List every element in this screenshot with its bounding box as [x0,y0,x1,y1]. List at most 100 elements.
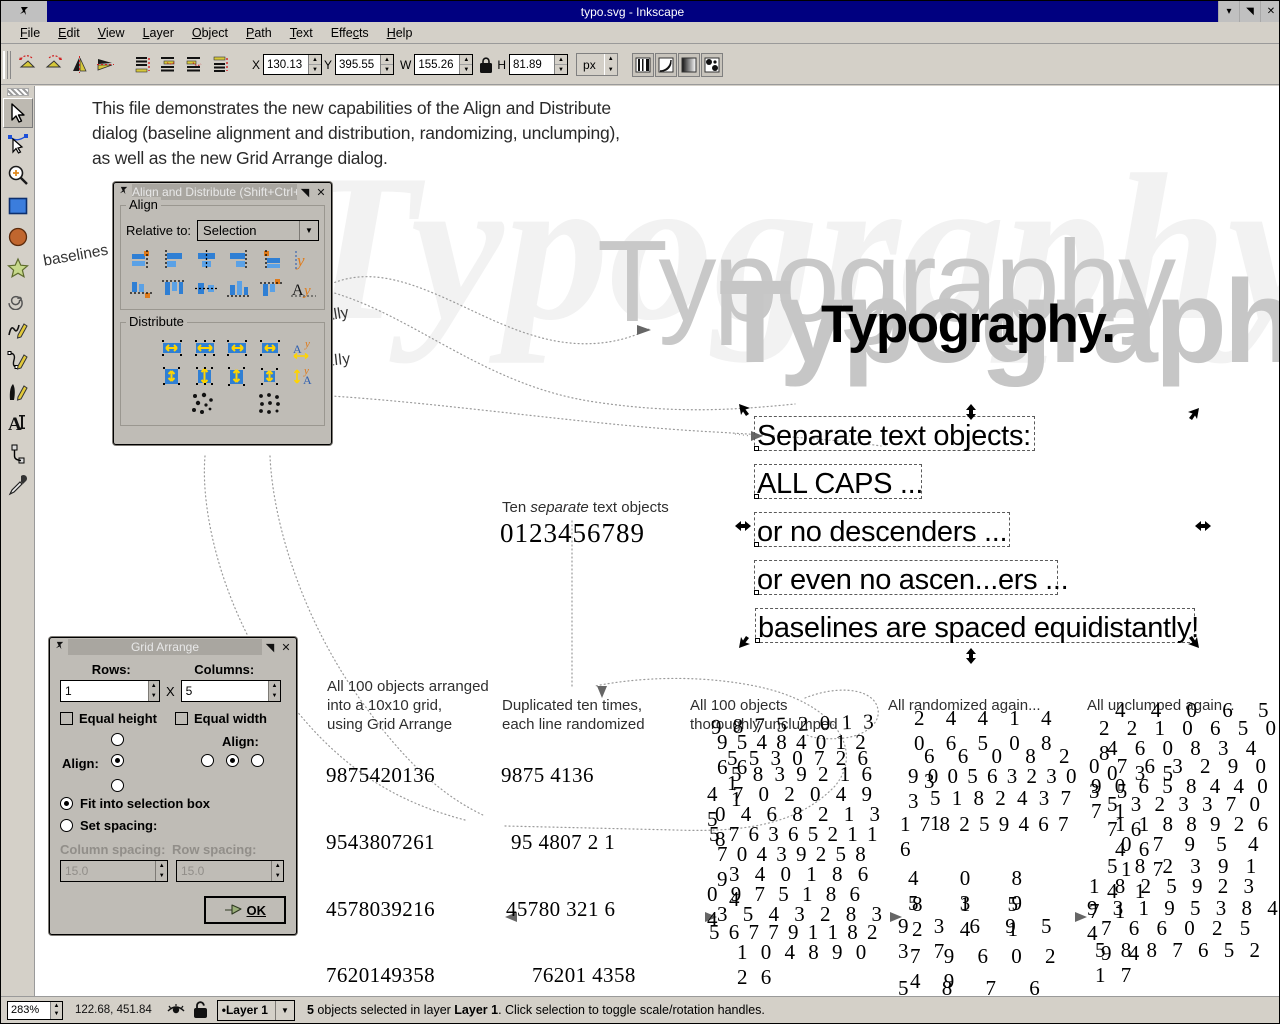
chevron-down-icon[interactable]: ▼ [299,221,318,240]
raise-to-top-icon[interactable] [132,53,154,77]
shade-icon[interactable]: ◥ [297,186,313,199]
pin-icon[interactable] [52,641,68,654]
menu-edit[interactable]: Edit [49,24,89,42]
distribute-bottom-edges-button[interactable] [223,363,254,389]
distribute-equal-gaps-horizontally-button[interactable] [255,335,286,361]
align-text-anchors-vertically-button[interactable]: y [289,247,320,273]
align-bottom-edge-to-top-anchor-button[interactable] [126,275,157,301]
text-anchor-node-5[interactable] [755,638,760,643]
stroke-width-icon[interactable] [631,52,654,77]
column-grid-arranged[interactable]: 9875420136 9543807261 4578039216 7620149… [326,720,435,996]
menu-object[interactable]: Object [183,24,237,42]
grid-arrange-dialog[interactable]: Grid Arrange ◥ ✕ Rows: Columns: ▲▼ X [49,637,297,935]
bezier-tool[interactable] [3,346,33,376]
column-unclumped[interactable]: 9 8 7 5 2 0 1 3 9 5 4 8 4 0 1 2 6 6 5 5 … [707,694,887,996]
flip-vertical-icon[interactable] [94,53,116,77]
x-spin-arrows[interactable]: ▲ ▼ [308,55,322,74]
column-line-randomized[interactable]: 9875 4136 95 4807 2 1 45780 321 6 76201 … [497,720,645,996]
w-spin-arrows[interactable]: ▲ ▼ [459,55,473,74]
h-input[interactable] [510,55,555,74]
lock-icon[interactable] [479,56,493,73]
lower-icon[interactable] [184,53,206,77]
dropper-tool[interactable] [3,470,33,500]
align-left-edge-to-right-anchor-button[interactable] [256,247,287,273]
distribute-text-baselines-vertically-button[interactable]: yA [288,363,319,389]
columns-input[interactable] [181,681,269,701]
zoom-tool[interactable] [3,160,33,190]
x-input[interactable] [264,55,309,74]
drawing-canvas[interactable]: Typography Typography Typography Typogra… [35,86,1279,996]
column-spacing-input[interactable] [61,861,156,881]
row-spacing-arrows[interactable]: ▲ ▼ [271,861,283,881]
text-tool[interactable]: A [3,408,33,438]
align-bottom-edges-button[interactable] [224,275,255,301]
x-spinner[interactable]: ▲▼ [263,54,323,75]
row-align-top-radio[interactable] [111,733,124,746]
h-spinner[interactable]: ▲▼ [509,54,569,75]
text-anchor-node-1[interactable] [754,446,759,451]
set-spacing-radio[interactable] [60,819,73,832]
align-top-edge-to-bottom-anchor-button[interactable] [256,275,287,301]
text-object-separate[interactable]: Separate text objects: [757,420,1031,453]
lower-to-bottom-icon[interactable] [210,53,232,77]
selector-tool[interactable] [2,98,33,128]
distribute-text-anchors-horizontally-button[interactable]: Ay [288,335,319,361]
distribute-right-edges-button[interactable] [223,335,254,361]
ten-separate-digits[interactable]: 0123456789 [500,518,645,549]
close-icon[interactable]: ✕ [278,641,294,654]
rows-spin-arrows[interactable]: ▲ ▼ [147,681,159,701]
equal-height-checkbox[interactable] [60,712,73,725]
column-spacing-arrows[interactable]: ▲ ▼ [155,861,167,881]
row-align-middle-radio[interactable] [111,754,124,767]
rectangle-tool[interactable] [3,191,33,221]
align-left-edges-button[interactable] [159,247,190,273]
freehand-tool[interactable] [3,315,33,345]
column-align-center-radio[interactable] [226,754,239,767]
chevron-down-icon[interactable]: ▼ [274,1000,294,1020]
text-anchor-node-4[interactable] [754,590,759,595]
lock-icon[interactable] [192,1001,209,1019]
zoom-input[interactable] [8,1001,50,1019]
shade-icon[interactable]: ◥ [262,641,278,654]
ellipse-tool[interactable] [3,222,33,252]
align-and-distribute-dialog[interactable]: Align and Distribute (Shift+Ctrl+A) ◥ ✕ … [113,182,332,445]
spiral-tool[interactable] [3,284,33,314]
text-object-no-descenders[interactable]: or no descenders ... [757,516,1008,549]
h-spin-arrows[interactable]: ▲ ▼ [554,55,568,74]
toolbar-grip[interactable] [3,50,11,79]
menu-layer[interactable]: Layer [134,24,183,42]
text-anchor-node-2[interactable] [754,494,759,499]
window-pin-icon[interactable] [1,1,47,22]
align-right-edge-to-left-anchor-button[interactable] [126,247,157,273]
column-spacing-spinner[interactable]: ▲▼ [60,860,168,882]
maximize-button[interactable]: ◥ [1239,1,1260,22]
node-tool[interactable] [3,129,33,159]
raise-icon[interactable] [158,53,180,77]
close-icon[interactable]: ✕ [313,186,329,199]
ok-button[interactable]: OK [203,896,286,924]
equal-width-checkbox[interactable] [175,712,188,725]
distribute-centers-horizontally-button[interactable] [190,335,221,361]
column-align-left-radio[interactable] [201,754,214,767]
unclump-objects-button[interactable] [255,391,286,417]
center-on-vertical-axis-button[interactable] [191,247,222,273]
layer-selector[interactable]: •Layer 1 ▼ [216,999,295,1021]
tool-palette-grip[interactable] [6,88,29,96]
rotate-90-ccw-icon[interactable] [16,53,38,77]
row-spacing-spinner[interactable]: ▲▼ [176,860,284,882]
star-tool[interactable] [3,253,33,283]
zoom-control[interactable]: ▲▼ [7,1000,63,1020]
text-anchor-node-3[interactable] [754,542,759,547]
distribute-equal-gaps-vertically-button[interactable] [255,363,286,389]
text-object-equidistant[interactable]: baselines are spaced equidistantly! [758,612,1199,645]
gradient-icon[interactable] [677,52,700,77]
zoom-spin-arrows[interactable]: ▲ ▼ [50,1001,62,1019]
distribute-centers-vertically-button[interactable] [190,363,221,389]
unit-spin-arrows[interactable]: ▲ ▼ [603,54,617,75]
set-spacing-row[interactable]: Set spacing: [60,818,286,833]
y-spinner[interactable]: ▲▼ [335,54,395,75]
column-unclumped-again[interactable]: 4 4 0 6 5 2 2 1 0 6 5 0 8 4 6 0 8 3 4 0 … [1083,694,1279,996]
menu-text[interactable]: Text [281,24,322,42]
relative-to-select[interactable]: Selection ▼ [197,220,319,241]
text-object-allcaps[interactable]: ALL CAPS ... [757,468,923,501]
